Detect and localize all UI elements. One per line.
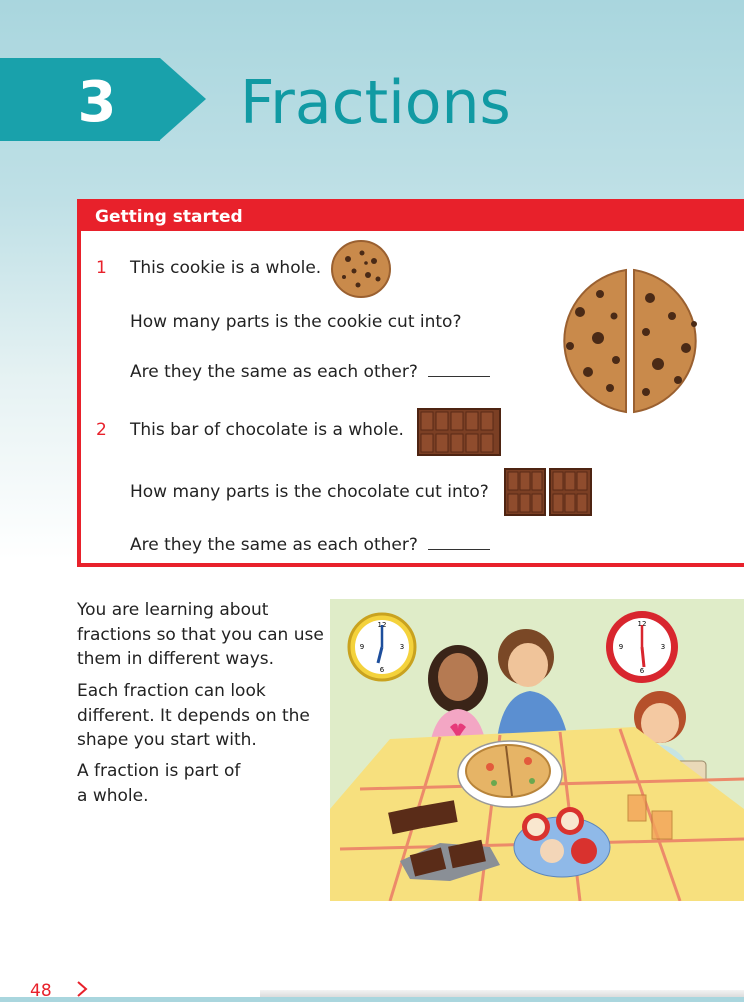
clock-left-6: 6 <box>380 666 385 674</box>
chapter-number: 3 <box>77 70 117 135</box>
clock-right-6: 6 <box>640 667 645 675</box>
question-1a-text: How many parts is the cookie cut into? <box>130 312 462 332</box>
intro-paragraph-3: A fraction is part of a whole. <box>77 761 241 806</box>
clock-right-9: 9 <box>619 643 623 651</box>
clock-left-3: 3 <box>400 643 404 651</box>
getting-started-title: Getting started <box>95 207 243 227</box>
answer-line-2b[interactable] <box>428 549 490 550</box>
clock-left-9: 9 <box>360 643 364 651</box>
wall-clock-right: 12 3 6 9 <box>606 611 678 683</box>
wall-clock-left: 12 3 6 9 <box>347 612 417 682</box>
page-number: 48 <box>30 981 52 1001</box>
intro-paragraph-2: Each fraction can look different. It dep… <box>77 681 310 750</box>
chocolate-bar-image <box>417 408 501 456</box>
chevron-right-icon <box>77 981 88 997</box>
chapter-banner-arrow <box>160 58 206 140</box>
intro-paragraph-1: You are learning about fractions so that… <box>77 600 324 669</box>
small-cookie-image <box>331 240 391 298</box>
answer-line-1b[interactable] <box>428 376 490 377</box>
question-2a-text: How many parts is the chocolate cut into… <box>130 482 489 502</box>
pizza-plate <box>457 740 563 808</box>
chocolate-cut-image <box>504 468 592 516</box>
cookie-cut-in-half-image <box>563 268 697 414</box>
question-2b-text: Are they the same as each other? <box>130 535 418 555</box>
footer-shadow <box>260 990 744 997</box>
question-2-number: 2 <box>96 420 107 440</box>
chapter-title: Fractions <box>240 68 511 138</box>
question-1-statement: This cookie is a whole. <box>130 258 322 278</box>
question-2-statement: This bar of chocolate is a whole. <box>130 420 404 440</box>
classroom-illustration: 12 3 6 9 12 3 6 9 <box>330 599 744 901</box>
question-1-number: 1 <box>96 258 107 278</box>
clock-right-3: 3 <box>661 643 665 651</box>
question-1b-text: Are they the same as each other? <box>130 362 418 382</box>
